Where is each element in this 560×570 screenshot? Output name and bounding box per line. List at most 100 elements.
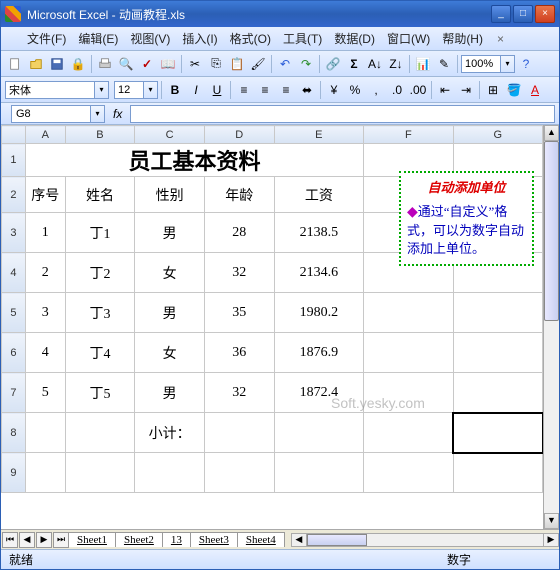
menu-window[interactable]: 窗口(W)	[381, 28, 436, 49]
annotation-box: 自动添加单位 ◆通过“自定义”格式，可以为数字自动添加上单位。	[399, 171, 534, 266]
fontsize-input[interactable]	[114, 81, 144, 99]
permission-icon[interactable]: 🔒	[68, 54, 88, 74]
hscroll-thumb[interactable]	[307, 534, 367, 546]
fx-icon[interactable]: fx	[113, 107, 122, 121]
tab-nav-prev-icon[interactable]: ◀	[19, 532, 35, 548]
name-box[interactable]: G8	[11, 105, 91, 123]
doc-icon	[7, 32, 21, 46]
tab-nav-next-icon[interactable]: ▶	[36, 532, 52, 548]
diamond-icon: ◆	[407, 205, 418, 220]
menu-tools[interactable]: 工具(T)	[277, 28, 328, 49]
autosum-icon[interactable]: Σ	[344, 54, 364, 74]
chart-icon[interactable]: 📊	[413, 54, 433, 74]
sheet-tab[interactable]: 13	[162, 532, 191, 547]
fontsize-caret-icon[interactable]: ▾	[144, 81, 158, 99]
fontsize-dropdown[interactable]: ▾	[114, 80, 158, 100]
copy-icon[interactable]: ⎘	[206, 54, 226, 74]
bold-button[interactable]: B	[165, 80, 185, 100]
inc-indent-icon[interactable]: ⇥	[456, 80, 476, 100]
font-input[interactable]	[5, 81, 95, 99]
scroll-track[interactable]	[544, 141, 559, 513]
currency-icon[interactable]: ¥	[324, 80, 344, 100]
border-icon[interactable]: ⊞	[483, 80, 503, 100]
annotation-title: 自动添加单位	[407, 179, 526, 197]
dec-decimal-icon[interactable]: .00	[408, 80, 428, 100]
fill-color-icon[interactable]: 🪣	[504, 80, 524, 100]
scroll-up-icon[interactable]: ▲	[544, 125, 559, 141]
name-caret-icon[interactable]: ▾	[91, 105, 105, 123]
formula-input[interactable]	[130, 105, 555, 123]
col-header[interactable]: C	[135, 126, 205, 144]
menu-insert[interactable]: 插入(I)	[176, 28, 223, 49]
menubar: 文件(F) 编辑(E) 视图(V) 插入(I) 格式(O) 工具(T) 数据(D…	[1, 27, 559, 51]
close-button[interactable]: ×	[535, 5, 555, 23]
row-header[interactable]: 1	[2, 144, 26, 177]
menu-view[interactable]: 视图(V)	[124, 28, 176, 49]
merge-icon[interactable]: ⬌	[297, 80, 317, 100]
font-caret-icon[interactable]: ▾	[95, 81, 109, 99]
hscroll-left-icon[interactable]: ◀	[291, 533, 307, 547]
redo-icon[interactable]: ↷	[296, 54, 316, 74]
save-icon[interactable]	[47, 54, 67, 74]
menu-help[interactable]: 帮助(H)	[436, 28, 489, 49]
row-header[interactable]: 2	[2, 177, 26, 213]
scroll-thumb[interactable]	[544, 141, 559, 321]
zoom-caret-icon[interactable]: ▾	[501, 55, 515, 73]
sheet-tab[interactable]: Sheet3	[190, 532, 238, 547]
menu-file[interactable]: 文件(F)	[21, 28, 72, 49]
hscroll-right-icon[interactable]: ▶	[543, 533, 559, 547]
select-all-corner[interactable]	[2, 126, 26, 144]
annotation-body: ◆通过“自定义”格式，可以为数字自动添加上单位。	[407, 204, 524, 256]
col-header[interactable]: F	[364, 126, 453, 144]
tab-nav-last-icon[interactable]: ⏭	[53, 532, 69, 548]
col-header[interactable]: B	[65, 126, 135, 144]
italic-button[interactable]: I	[186, 80, 206, 100]
col-header[interactable]: D	[204, 126, 274, 144]
align-left-icon[interactable]: ≡	[234, 80, 254, 100]
zoom-input[interactable]	[461, 55, 501, 73]
align-center-icon[interactable]: ≡	[255, 80, 275, 100]
sheet-tab[interactable]: Sheet1	[68, 532, 116, 547]
new-icon[interactable]	[5, 54, 25, 74]
preview-icon[interactable]: 🔍	[116, 54, 136, 74]
minimize-button[interactable]: _	[491, 5, 511, 23]
zoom-dropdown[interactable]: ▾	[461, 54, 515, 74]
maximize-button[interactable]: □	[513, 5, 533, 23]
font-dropdown[interactable]: ▾	[5, 80, 109, 100]
col-header[interactable]: E	[274, 126, 364, 144]
tab-nav-first-icon[interactable]: ⏮	[2, 532, 18, 548]
paste-icon[interactable]: 📋	[227, 54, 247, 74]
print-icon[interactable]	[95, 54, 115, 74]
sort-desc-icon[interactable]: Z↓	[386, 54, 406, 74]
drawing-icon[interactable]: ✎	[434, 54, 454, 74]
sort-asc-icon[interactable]: A↓	[365, 54, 385, 74]
vertical-scrollbar[interactable]: ▲ ▼	[543, 125, 559, 529]
help-icon[interactable]: ?	[516, 54, 536, 74]
col-header[interactable]: A	[25, 126, 65, 144]
active-cell[interactable]	[453, 413, 542, 453]
font-color-icon[interactable]: A	[525, 80, 545, 100]
inc-decimal-icon[interactable]: .0	[387, 80, 407, 100]
undo-icon[interactable]: ↶	[275, 54, 295, 74]
cell-title[interactable]: 员工基本资料	[25, 144, 363, 177]
sheet-tab[interactable]: Sheet4	[237, 532, 285, 547]
open-icon[interactable]	[26, 54, 46, 74]
hyperlink-icon[interactable]: 🔗	[323, 54, 343, 74]
align-right-icon[interactable]: ≡	[276, 80, 296, 100]
menu-edit[interactable]: 编辑(E)	[72, 28, 124, 49]
horizontal-scrollbar[interactable]: ◀ ▶	[291, 533, 559, 547]
research-icon[interactable]: 📖	[158, 54, 178, 74]
spell-icon[interactable]: ✓	[137, 54, 157, 74]
dec-indent-icon[interactable]: ⇤	[435, 80, 455, 100]
cut-icon[interactable]: ✂	[185, 54, 205, 74]
sheet-tab[interactable]: Sheet2	[115, 532, 163, 547]
comma-icon[interactable]: ,	[366, 80, 386, 100]
percent-icon[interactable]: %	[345, 80, 365, 100]
menu-format[interactable]: 格式(O)	[224, 28, 277, 49]
doc-close-button[interactable]: ×	[497, 32, 504, 46]
underline-button[interactable]: U	[207, 80, 227, 100]
menu-data[interactable]: 数据(D)	[328, 28, 381, 49]
col-header[interactable]: G	[453, 126, 542, 144]
formatpainter-icon[interactable]: 🖌	[248, 54, 268, 74]
scroll-down-icon[interactable]: ▼	[544, 513, 559, 529]
